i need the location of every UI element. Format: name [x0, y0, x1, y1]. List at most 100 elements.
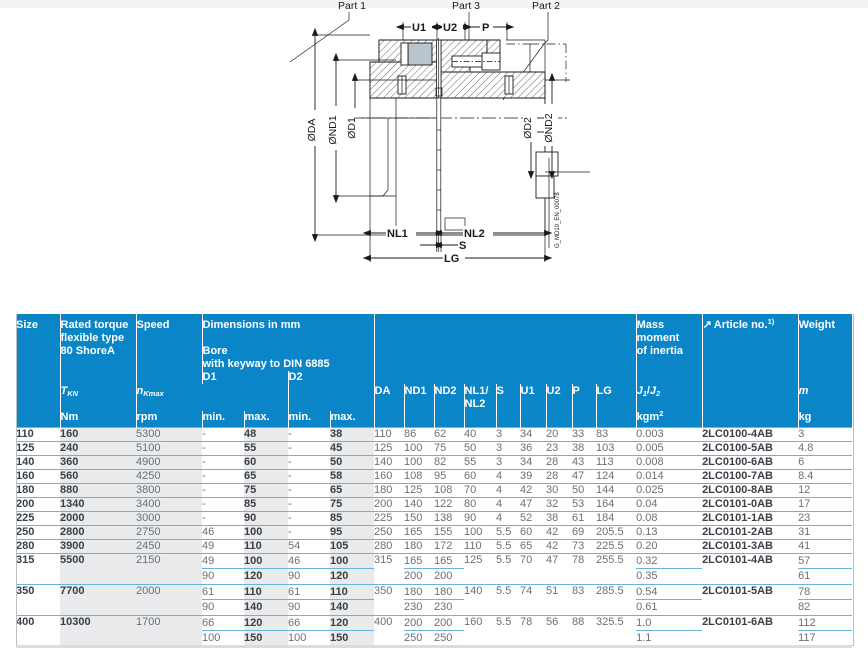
- cell-d1-max: 65: [244, 469, 288, 483]
- cell-d1-min: -: [202, 497, 244, 511]
- cell-article: 2LC0101-0AB: [702, 497, 798, 511]
- unit-d2-min: min.: [288, 411, 330, 427]
- cell-u1: 42: [520, 483, 546, 497]
- cell-size: 110: [16, 427, 60, 441]
- cell-value: 140: [244, 600, 288, 615]
- cell-p: 61: [572, 511, 596, 525]
- dim-label-u2: U2: [443, 22, 457, 34]
- cell-u1: 60: [520, 525, 546, 539]
- cell-torque: 160: [60, 427, 136, 441]
- cell-weight: 8.4: [798, 469, 852, 483]
- dim-label-p: P: [482, 22, 489, 34]
- cell-value: 61: [288, 585, 330, 600]
- col-header-inertia: Mass moment of inertia: [636, 314, 702, 384]
- cell-d1-max: 48: [244, 427, 288, 441]
- cell-s: 4: [496, 469, 520, 483]
- cell-inertia: 0.320.35: [636, 553, 702, 584]
- table-row: 1252405100-55-45125100755033623381030.00…: [16, 441, 852, 455]
- col-header-weight-symbol: m: [798, 384, 852, 411]
- cell-d1-min: -: [202, 427, 244, 441]
- cell-article: 2LC0101-2AB: [702, 525, 798, 539]
- cell-p: 50: [572, 483, 596, 497]
- cell-article: 2LC0101-6AB: [702, 615, 798, 646]
- cell-torque: 7700: [60, 584, 136, 615]
- cell-nl: 80: [464, 497, 496, 511]
- dim-label-nl1: NL1: [387, 228, 408, 240]
- col-header-nl: NL1/NL2: [464, 384, 496, 411]
- table-row: 1101605300-48-381108662403342033830.0032…: [16, 427, 852, 441]
- col-header-weight: Weight: [798, 314, 852, 384]
- cell-lg: 83: [596, 427, 636, 441]
- cell-weight: 5761: [798, 553, 852, 584]
- cell-d2-min: -: [288, 483, 330, 497]
- cell-inertia: 0.014: [636, 469, 702, 483]
- cell-s: 5.5: [496, 525, 520, 539]
- cell-inertia: 0.04: [636, 497, 702, 511]
- cell-value: 90: [202, 569, 244, 584]
- cell-speed: 3000: [136, 511, 202, 525]
- part-label-1: Part 1: [338, 0, 366, 12]
- cell-lg: 205.5: [596, 525, 636, 539]
- col-header-speed: Speed: [136, 314, 202, 384]
- cell-nd1: 86: [404, 427, 434, 441]
- unit-weight: kg: [798, 411, 852, 427]
- cell-s: 5.5: [496, 584, 520, 615]
- cell-da: 125: [374, 441, 404, 455]
- cell-value: 230: [404, 600, 434, 615]
- cell-p: 33: [572, 427, 596, 441]
- cell-value: 120: [330, 569, 374, 584]
- cell-value: 180: [404, 585, 434, 600]
- table-row: 2803900245049110541052801801721105.56542…: [16, 539, 852, 553]
- cell-u2: 42: [546, 525, 572, 539]
- cell-nl: 40: [464, 427, 496, 441]
- cell-inertia: 0.005: [636, 441, 702, 455]
- cell-value: 46: [288, 554, 330, 569]
- cell-torque: 360: [60, 455, 136, 469]
- cell-u2: 20: [546, 427, 572, 441]
- dim-label-dia-nd2: ØND2: [543, 113, 555, 142]
- cell-weight: 41: [798, 539, 852, 553]
- cell-nd1: 180: [404, 539, 434, 553]
- cell-size: 250: [16, 525, 60, 539]
- table-row: 1808803800-75-651801251087044230501440.0…: [16, 483, 852, 497]
- cell-d2-min: 66100: [288, 615, 330, 646]
- table-row: 20013403400-85-752001401228044732531640.…: [16, 497, 852, 511]
- col-header-d2: D2: [288, 371, 374, 384]
- dim-label-dia-d2: ØD2: [522, 117, 534, 139]
- elastomer-element: [408, 43, 432, 65]
- cell-d2-min: -: [288, 469, 330, 483]
- cell-inertia: 0.025: [636, 483, 702, 497]
- cell-value: 90: [202, 600, 244, 615]
- cell-s: 5.5: [496, 539, 520, 553]
- cell-torque: 560: [60, 469, 136, 483]
- cell-da: 280: [374, 539, 404, 553]
- cell-u2: 28: [546, 455, 572, 469]
- cell-nd2: 165200: [434, 553, 464, 584]
- cell-d2-min: 4690: [288, 553, 330, 584]
- cell-s: 5.5: [496, 615, 520, 646]
- cell-value: 66: [202, 616, 244, 631]
- col-header-dimensions: Dimensions in mm Bore with keyway to DIN…: [202, 314, 374, 371]
- cell-article: 2LC0100-5AB: [702, 441, 798, 455]
- cell-d2-max: 65: [330, 483, 374, 497]
- cell-weight: 3: [798, 427, 852, 441]
- cell-d1-max: 75: [244, 483, 288, 497]
- cell-d1-min: 4990: [202, 553, 244, 584]
- cell-nd1: 165: [404, 525, 434, 539]
- unit-article: [702, 411, 798, 427]
- cell-weight: 31: [798, 525, 852, 539]
- cell-value: 120: [330, 616, 374, 631]
- cell-d1-max: 120150: [244, 615, 288, 646]
- col-header-da: DA: [374, 384, 404, 411]
- cell-value: 110: [244, 585, 288, 600]
- unit-p: [572, 411, 596, 427]
- cell-value: 0.32: [636, 554, 702, 569]
- cell-nd2: 180230: [434, 584, 464, 615]
- cell-value: 1.1: [636, 631, 702, 646]
- cell-value: 200: [434, 569, 464, 584]
- cell-s: 4: [496, 511, 520, 525]
- cell-nd2: 155: [434, 525, 464, 539]
- cell-value: 66: [288, 616, 330, 631]
- cell-nd2: 95: [434, 469, 464, 483]
- cell-lg: 255.5: [596, 553, 636, 584]
